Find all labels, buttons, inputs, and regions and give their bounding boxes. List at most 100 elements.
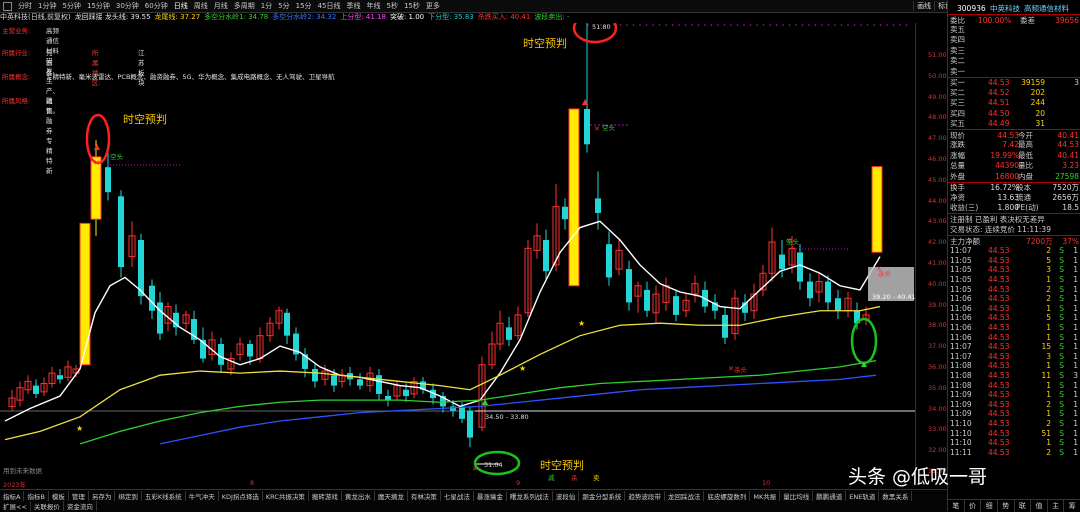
extension-tab[interactable]: 资金流向: [64, 501, 97, 511]
annotation-forecast-3: 时空预判: [540, 459, 584, 472]
indicator-tab[interactable]: 牛气冲天: [186, 490, 219, 501]
chart-tool-button[interactable]: 画线: [913, 1, 934, 11]
tick-time: 11:09: [950, 399, 972, 409]
tick-side: S: [1059, 371, 1064, 381]
indicator-tab[interactable]: 魔天摘龙: [375, 490, 408, 501]
indicator-tab[interactable]: 指标B: [24, 490, 49, 501]
timeframe-tab[interactable]: 多周期: [231, 1, 258, 11]
indicator-tab[interactable]: 趋势波段带: [625, 490, 665, 501]
indicator-tab[interactable]: 七星战法: [441, 490, 474, 501]
tick-price: 44.53: [988, 390, 1010, 400]
high-price-label: 51.80: [592, 23, 611, 31]
buy-count: 3: [1074, 78, 1079, 88]
indicator-tab[interactable]: 模板: [49, 490, 69, 501]
indicator-tab[interactable]: KRC共振决策: [263, 490, 309, 501]
timeframe-tab[interactable]: 5秒: [383, 1, 400, 11]
box-range-label: 39.20 - 40.41: [872, 293, 916, 301]
indicator-tab[interactable]: ENE轨道: [846, 490, 880, 501]
candle-body: [331, 375, 337, 386]
ma-divider-line-2: [159, 374, 877, 445]
timeframe-tab[interactable]: 15秒: [401, 1, 423, 11]
panel-tab[interactable]: 价: [965, 500, 982, 512]
extension-tab[interactable]: 关联报价: [31, 501, 64, 511]
buy-level-label: 买三: [950, 98, 965, 108]
panel-tab[interactable]: 筹: [1064, 500, 1080, 512]
tick-time: 11:06: [950, 323, 972, 333]
panel-tab[interactable]: 联: [1015, 500, 1032, 512]
indicator-tab[interactable]: 量比均线: [780, 490, 814, 501]
indicator-tab[interactable]: 另存为: [89, 490, 116, 501]
quote-value: 40.41: [1057, 150, 1079, 160]
annotation-forecast-1: 时空预判: [123, 113, 167, 126]
indicator-tab[interactable]: 鹏鹏通道: [813, 490, 847, 501]
timeframe-tab[interactable]: 45日线: [315, 1, 344, 11]
tick-time: 11:07: [950, 342, 972, 352]
tick-count: 1: [1073, 255, 1078, 265]
extension-tab[interactable]: 扩展<<: [0, 501, 31, 511]
indicator-tab[interactable]: 绑定到: [115, 490, 142, 501]
panel-tab[interactable]: 势: [998, 500, 1015, 512]
indicator-tab[interactable]: KDJ拐点择选: [219, 490, 263, 501]
timeframe-tab[interactable]: 15分: [293, 1, 315, 11]
fractal-dot: [697, 24, 700, 26]
tick-count: 1: [1073, 390, 1078, 400]
tick-side: S: [1059, 390, 1064, 400]
timeframe-tab[interactable]: 5分钟: [59, 1, 83, 11]
indicator-tab[interactable]: 搬砖游戏: [309, 490, 342, 501]
tick-side: S: [1059, 323, 1064, 333]
info-label: 主营业务:: [2, 27, 31, 35]
panel-tab[interactable]: 笔: [948, 500, 965, 512]
timeframe-tab[interactable]: 5分: [275, 1, 292, 11]
indicator-tab[interactable]: 五彩K线系统: [142, 490, 186, 501]
indicator-tab[interactable]: 曙龙系列战法: [507, 490, 553, 501]
candle-body: [626, 269, 632, 303]
timeframe-tab[interactable]: 周线: [191, 1, 211, 11]
timeframe-tab[interactable]: 1分: [258, 1, 275, 11]
indicator-tab[interactable]: 有林决策: [408, 490, 441, 501]
fin-label: PE(动): [1016, 203, 1039, 213]
tick-time: 11:09: [950, 409, 972, 419]
timeframe-tab[interactable]: 年线: [363, 1, 383, 11]
indicator-tab[interactable]: 暴涨擒金: [474, 490, 507, 501]
indicator-tab[interactable]: 数黑关系: [879, 490, 913, 501]
timeframe-tab[interactable]: 分时: [15, 1, 35, 11]
timeframe-tab[interactable]: 更多: [423, 1, 443, 11]
indicator-tab[interactable]: 指标A: [0, 490, 25, 501]
timeframe-tab[interactable]: 日线: [171, 1, 191, 11]
indicator-value: 波段卖出: -: [534, 13, 570, 21]
info-row-concept: 所属概念: 专精特新、毫米波雷达、PCB概念、融资融券、5G、华为概念、集成电路…: [2, 71, 335, 95]
tick-volume: 1: [1046, 380, 1051, 390]
info-label: 所属行业:: [2, 49, 31, 57]
price-tick-label: 36.00: [928, 363, 947, 371]
panel-tab[interactable]: 值: [1031, 500, 1048, 512]
tick-volume: 1: [1046, 303, 1051, 313]
candle-body: [835, 298, 841, 311]
timeframe-tab[interactable]: 月线: [211, 1, 231, 11]
indicator-tab[interactable]: 黄龙出水: [342, 490, 375, 501]
panel-tab[interactable]: 细: [981, 500, 998, 512]
tick-time: 11:07: [950, 351, 972, 361]
future-data-hint: 用到未来数据: [3, 467, 42, 475]
indicator-tab[interactable]: 龙回踩战法: [665, 490, 705, 501]
candle-body: [357, 379, 363, 386]
kline-chart[interactable]: ★★★✕✕✕✕✕✕: [0, 23, 915, 483]
timeframe-tab[interactable]: 30分钟: [113, 1, 142, 11]
extension-tabs: 扩展<< 关联报价 资金流向: [0, 501, 947, 511]
panel-row: 11:06 44.53 1 S 1: [948, 332, 1080, 342]
indicator-tab[interactable]: MK共振: [750, 490, 781, 501]
timeframe-tab[interactable]: 1分钟: [35, 1, 59, 11]
indicator-tab[interactable]: 跟金分型系统: [579, 490, 626, 501]
panel-tab[interactable]: 主: [1048, 500, 1065, 512]
indicator-tab[interactable]: 管理: [69, 490, 89, 501]
tick-volume: 5: [1046, 313, 1051, 323]
window-menu-icon[interactable]: [3, 1, 12, 11]
indicator-tab[interactable]: 底皮螺旋数列: [704, 490, 751, 501]
timeframe-tab[interactable]: 60分钟: [142, 1, 171, 11]
indicator-tab[interactable]: 波段仙: [553, 490, 580, 501]
candle-body: [584, 108, 590, 145]
tick-volume: 1: [1046, 361, 1051, 371]
timeframe-tab[interactable]: 15分钟: [84, 1, 113, 11]
candle-body: [673, 296, 679, 315]
info-label: 所属概念:: [2, 73, 31, 81]
timeframe-tab[interactable]: 季线: [343, 1, 363, 11]
